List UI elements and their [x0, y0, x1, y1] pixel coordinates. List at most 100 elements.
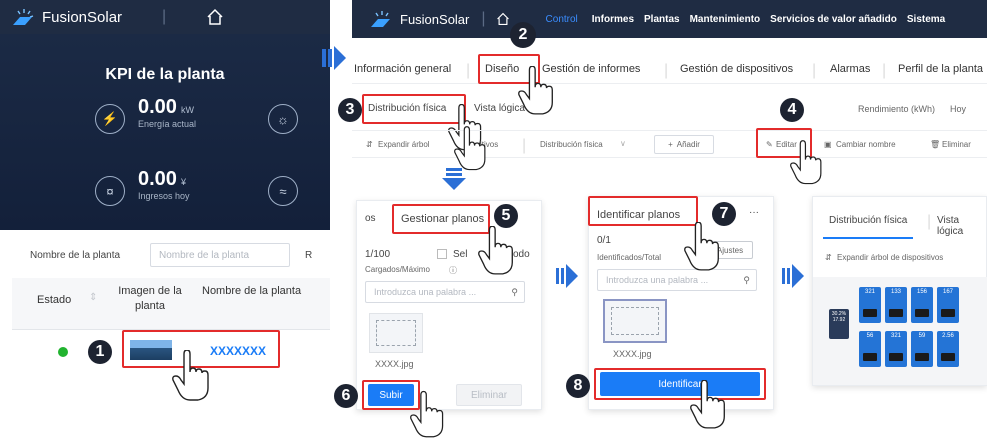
plant-thumbnail[interactable]	[130, 340, 172, 360]
tab-sep: |	[466, 62, 471, 79]
main-top-bar: FusionSolar | Control Informes Plantas M…	[352, 0, 987, 38]
panel-tile[interactable]: 56	[859, 331, 881, 367]
uploaded-label: Cargados/Máximo	[365, 265, 430, 274]
toolbar: ⇵ Expandir árbol itivos | Distribución f…	[352, 130, 987, 158]
panel-tile[interactable]: 321	[885, 331, 907, 367]
energy-value: 0.00	[138, 96, 177, 118]
tab-alarmas[interactable]: Alarmas	[830, 63, 870, 75]
nav-servicios[interactable]: Servicios de valor añadido	[770, 14, 897, 25]
hand-pointer-icon	[172, 350, 209, 401]
add-button[interactable]: + Añadir	[654, 135, 714, 154]
period-select[interactable]: Hoy	[950, 104, 966, 114]
result-tab-physical[interactable]: Distribución física	[829, 215, 907, 226]
identified-count: 0/1	[597, 235, 611, 246]
divider: |	[162, 8, 167, 25]
expand-tree-icon: ⇵	[366, 140, 373, 149]
tab-perfil[interactable]: Perfil de la planta	[898, 63, 983, 75]
tile-value: 156	[916, 289, 927, 295]
kpi-title: KPI de la planta	[105, 66, 225, 83]
energy-unit: kW	[180, 105, 194, 115]
highlight-gestionar	[392, 204, 490, 234]
plant-name-input[interactable]: Nombre de la planta	[150, 243, 290, 267]
tab-os[interactable]: os	[365, 213, 376, 224]
layout-canvas[interactable]: 30.2% 17.92 321 133 156 167 56 321 59 2.…	[813, 277, 987, 385]
tab-sep: |	[927, 213, 932, 230]
flow-arrow-1	[322, 46, 346, 70]
tile-value: 167	[942, 289, 953, 295]
help-icon: ⓘ	[449, 266, 457, 275]
floorplan-thumbnail[interactable]	[369, 313, 423, 353]
panel-tile[interactable]: 2.56	[937, 331, 959, 367]
app-name-2: FusionSolar	[400, 11, 470, 27]
sort-icon[interactable]: ⇕	[89, 292, 97, 303]
delete-plan-button[interactable]: Eliminar	[456, 384, 522, 406]
app-name: FusionSolar	[42, 8, 123, 26]
distribution-select[interactable]: Distribución física	[540, 140, 603, 149]
tile-value: 133	[890, 289, 901, 295]
identificar-search-input[interactable]: Introduzca una palabra ... ⚲	[597, 269, 757, 291]
fusionsolar-logo-icon-2	[371, 11, 390, 27]
home-icon[interactable]	[206, 8, 224, 26]
plant-name-link[interactable]: XXXXXXX	[210, 344, 266, 358]
inverter-value-2: 17.92	[832, 317, 846, 323]
tile-value: 59	[918, 333, 926, 339]
hand-pointer-icon	[410, 390, 444, 438]
upload-button[interactable]: Subir	[368, 384, 414, 406]
result-tab-logical[interactable]: Vista lógica	[937, 215, 986, 237]
active-tab-indicator	[823, 237, 913, 239]
rendimiento-label: Rendimiento (kWh)	[858, 104, 936, 114]
delete-icon: 🗑	[930, 140, 941, 149]
sun-icon: ☼	[268, 104, 298, 134]
panel-tile[interactable]: 167	[937, 287, 959, 323]
result-expand-tree[interactable]: Expandir árbol de dispositivos	[837, 253, 943, 262]
col-imagen: Imagen de la planta	[118, 285, 182, 312]
tab-sep: |	[812, 62, 817, 79]
identified-label: Identificados/Total	[597, 253, 662, 262]
panel-tile[interactable]: 59	[911, 331, 933, 367]
plans-count: 1/100	[365, 249, 391, 260]
inverter-tile[interactable]: 30.2% 17.92	[829, 309, 849, 339]
power-icon: ⚡	[95, 104, 125, 134]
subtab-physical[interactable]: Distribución física	[368, 103, 446, 114]
floorplan-filename: XXXX.jpg	[375, 359, 414, 369]
select-all-checkbox[interactable]	[437, 249, 447, 259]
nav-sistema[interactable]: Sistema	[907, 14, 945, 25]
flow-arrow-2	[556, 264, 578, 288]
hand-pointer-icon	[478, 226, 513, 275]
panel-tile[interactable]: 156	[911, 287, 933, 323]
tile-value: 2.56	[942, 333, 954, 339]
toolbar-sep: |	[522, 137, 527, 154]
expand-tree-icon: ⇵	[825, 253, 832, 262]
panel-tile[interactable]: 321	[859, 287, 881, 323]
step-badge-4: 4	[780, 98, 804, 122]
nav-control[interactable]: Control	[546, 14, 578, 25]
expand-tree-button[interactable]: Expandir árbol	[378, 140, 430, 149]
more-icon[interactable]: ···	[749, 207, 759, 218]
step-badge-3: 3	[338, 98, 362, 122]
delete-button[interactable]: Eliminar	[942, 140, 971, 149]
search-icon[interactable]: ⚲	[511, 287, 518, 298]
gestionar-search-input[interactable]: Introduzca una palabra ... ⚲	[365, 281, 525, 303]
meter-icon: ≈	[268, 176, 298, 206]
nav-plantas[interactable]: Plantas	[644, 14, 680, 25]
rename-button[interactable]: Cambiar nombre	[836, 140, 896, 149]
hand-pointer-icon	[684, 222, 719, 271]
step-badge-1: 1	[88, 340, 112, 364]
tab-sep: |	[664, 62, 669, 79]
tab-bar: Información general | Diseño Gestión de …	[352, 54, 987, 84]
left-top-bar: FusionSolar |	[0, 0, 330, 34]
identify-button[interactable]: Identificar	[600, 372, 760, 396]
panel-tile[interactable]: 133	[885, 287, 907, 323]
home-icon-2[interactable]	[496, 12, 510, 26]
tile-value: 321	[890, 333, 901, 339]
flow-arrow-3	[782, 264, 804, 288]
nav-informes[interactable]: Informes	[592, 14, 634, 25]
tab-gestion-dispositivos[interactable]: Gestión de dispositivos	[680, 63, 793, 75]
nav-mantenimiento[interactable]: Mantenimiento	[690, 14, 761, 25]
search-icon[interactable]: ⚲	[743, 275, 750, 286]
floorplan-thumbnail-selected[interactable]	[603, 299, 667, 343]
col-nombre: Nombre de la planta	[202, 285, 302, 297]
tab-informacion[interactable]: Información general	[354, 63, 451, 75]
status-dot	[58, 347, 68, 357]
hand-pointer-icon	[790, 140, 822, 185]
